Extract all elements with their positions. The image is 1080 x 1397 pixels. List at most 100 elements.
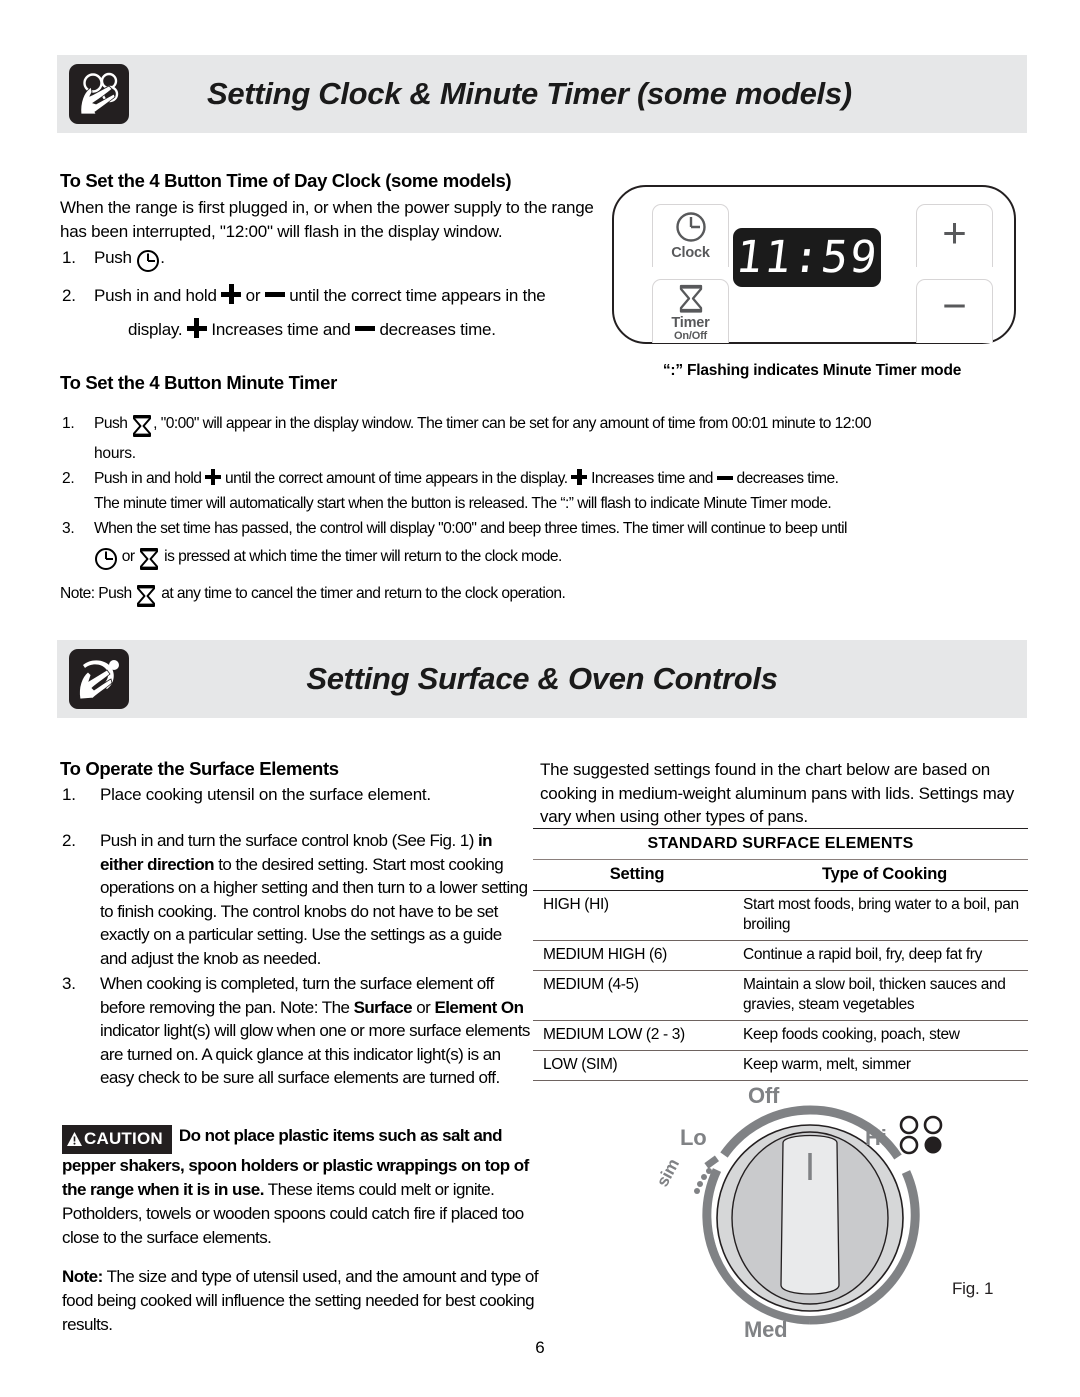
timer-step-3-line2: or is pressed at which time the timer wi…	[94, 545, 1024, 572]
clock-icon	[94, 547, 118, 572]
plus-icon	[186, 318, 207, 338]
surface-step-3-bold-1: Surface	[353, 997, 413, 1017]
minus-key-label: −	[942, 282, 967, 329]
table-row: MEDIUM (4-5) Maintain a slow boil, thick…	[533, 970, 1028, 1021]
timer-key-sublabel: On/Off	[673, 330, 707, 342]
timer-step-2-text-b: until the correct amount of time appears…	[224, 470, 568, 487]
cell-setting: MEDIUM HIGH (6)	[533, 940, 741, 971]
surface-step-2-text-1: Push in and turn the surface control kno…	[100, 831, 478, 850]
cell-cooking: Keep warm, melt, simmer	[741, 1050, 1028, 1081]
section-banner-clock-timer: Setting Clock & Minute Timer (some model…	[57, 55, 1027, 133]
clock-step-2-text-e: Increases time and	[211, 320, 351, 339]
plus-key-label: +	[942, 209, 967, 256]
surface-step-3-text-3: indicator light(s) will glow when one or…	[100, 1021, 530, 1087]
minus-icon	[264, 292, 285, 297]
clock-step-2-text-c: until the correct time appears in the	[289, 286, 546, 305]
hand-pressing-buttons-icon	[69, 64, 129, 124]
clock-step-1-text-a: Push	[94, 248, 132, 267]
caution-badge: CAUTION	[62, 1125, 172, 1154]
timer-step-2-line2: The minute timer will automatically star…	[94, 495, 832, 512]
clock-key-label: Clock	[671, 245, 710, 261]
cell-setting: HIGH (HI)	[533, 890, 741, 941]
section-title: Setting Surface & Oven Controls	[306, 661, 778, 696]
table-row: MEDIUM HIGH (6) Continue a rapid boil, f…	[533, 940, 1028, 971]
hourglass-icon	[131, 414, 153, 439]
minus-icon	[354, 326, 375, 331]
surface-step-2: 2. Push in and turn the surface control …	[62, 831, 528, 968]
cell-setting: LOW (SIM)	[533, 1050, 741, 1081]
timer-note-b: at any time to cancel the timer and retu…	[161, 585, 566, 602]
clock-icon	[136, 249, 160, 274]
burner-position-indicator-icon	[899, 1115, 943, 1155]
plus-icon	[571, 469, 588, 485]
table-title-row: STANDARD SURFACE ELEMENTS	[533, 828, 1028, 860]
cell-setting: MEDIUM (4-5)	[533, 970, 741, 1021]
cell-setting: MEDIUM LOW (2 - 3)	[533, 1020, 741, 1051]
manual-page: Setting Clock & Minute Timer (some model…	[0, 0, 1080, 1397]
clock-step-1-text-b: .	[160, 248, 165, 267]
cell-cooking: Start most foods, bring water to a boil,…	[741, 890, 1028, 941]
cell-cooking: Continue a rapid boil, fry, deep fat fry	[741, 940, 1028, 971]
note-text: The size and type of utensil used, and t…	[62, 1267, 539, 1334]
cell-cooking: Maintain a slow boil, thicken sauces and…	[741, 970, 1028, 1021]
timer-step-1-text-b: , "0:00" will appear in the display wind…	[153, 415, 871, 432]
timer-note-a: Note: Push	[60, 585, 132, 602]
minus-key[interactable]: −	[916, 279, 993, 343]
surface-step-1-text: Place cooking utensil on the surface ele…	[100, 785, 431, 804]
table-header-row: Setting Type of Cooking	[533, 859, 1028, 891]
cell-cooking: Keep foods cooking, poach, stew	[741, 1020, 1028, 1051]
timer-step-3-text-b: or	[121, 548, 135, 565]
clock-step-2-text-b: or	[245, 286, 261, 305]
figure-caption: Fig. 1	[952, 1279, 994, 1298]
hourglass-icon	[138, 547, 160, 572]
section-title: Setting Clock & Minute Timer (some model…	[207, 76, 852, 111]
clock-step-2-text-f: decreases time.	[379, 320, 496, 339]
note-bold-label: Note:	[62, 1267, 103, 1286]
surface-note: Note: The size and type of utensil used,…	[62, 1265, 544, 1337]
surface-settings-table: STANDARD SURFACE ELEMENTS Setting Type o…	[533, 828, 1028, 1081]
surface-step-3: 3. When cooking is completed, turn the s…	[62, 974, 530, 1087]
timer-step-2-text-a: Push in and hold	[94, 470, 202, 487]
page-number: 6	[535, 1338, 545, 1357]
table-row: MEDIUM LOW (2 - 3) Keep foods cooking, p…	[533, 1020, 1028, 1051]
control-panel-figure: Clock Timer On/Off 11:59 + −	[612, 185, 1016, 344]
clock-step-2: 2. Push in and hold or until the correct…	[62, 284, 546, 305]
clock-step-2-text-d: display.	[128, 320, 183, 339]
table-title: STANDARD SURFACE ELEMENTS	[533, 828, 1028, 860]
knob-label-hi: Hi	[865, 1125, 887, 1150]
timer-step-3-text-c: is pressed at which time the timer will …	[164, 548, 562, 565]
timer-step-2-text-c: Increases time and	[591, 470, 713, 487]
surface-step-1: 1. Place cooking utensil on the surface …	[62, 783, 542, 807]
clock-intro: When the range is first plugged in, or w…	[60, 198, 594, 241]
surface-step-3-text-2: or	[412, 997, 435, 1017]
surface-step-3-bold-2: Element On	[434, 997, 524, 1017]
timer-step-1-line2: hours.	[94, 445, 136, 462]
clock-heading: To Set the 4 Button Time of Day Clock (s…	[60, 170, 512, 191]
clock-display: 11:59	[733, 228, 881, 287]
knob-label-lo: Lo	[680, 1125, 707, 1150]
surface-heading: To Operate the Surface Elements	[60, 758, 339, 779]
clock-key[interactable]: Clock	[652, 204, 729, 267]
chart-intro: The suggested settings found in the char…	[540, 760, 1014, 826]
clock-step-1: 1. Push .	[62, 246, 602, 274]
plus-icon	[221, 284, 242, 304]
timer-step-1-text-a: Push	[94, 415, 128, 432]
timer-step-2: 2. Push in and hold until the correct am…	[62, 469, 839, 487]
caution-block: CAUTION Do not place plastic items such a…	[62, 1124, 544, 1250]
timer-key[interactable]: Timer On/Off	[652, 279, 729, 343]
table-row: HIGH (HI) Start most foods, bring water …	[533, 890, 1028, 941]
plus-key[interactable]: +	[916, 204, 993, 267]
caution-badge-label: CAUTION	[84, 1129, 163, 1148]
panel-caption: “:” Flashing indicates Minute Timer mode	[662, 362, 962, 379]
minus-icon	[716, 475, 733, 480]
clock-step-2-line2: display. Increases time and decreases ti…	[128, 318, 608, 342]
table-col-cooking: Type of Cooking	[741, 859, 1028, 891]
hourglass-icon	[135, 584, 157, 609]
timer-key-label: Timer	[671, 315, 710, 331]
table-col-setting: Setting	[533, 859, 741, 891]
plus-icon	[205, 469, 222, 485]
clock-display-value: 11:59	[732, 232, 882, 283]
minute-timer-heading: To Set the 4 Button Minute Timer	[60, 372, 337, 393]
timer-step-2-text-d: decreases time.	[736, 470, 839, 487]
knob-label-off: Off	[748, 1083, 780, 1108]
